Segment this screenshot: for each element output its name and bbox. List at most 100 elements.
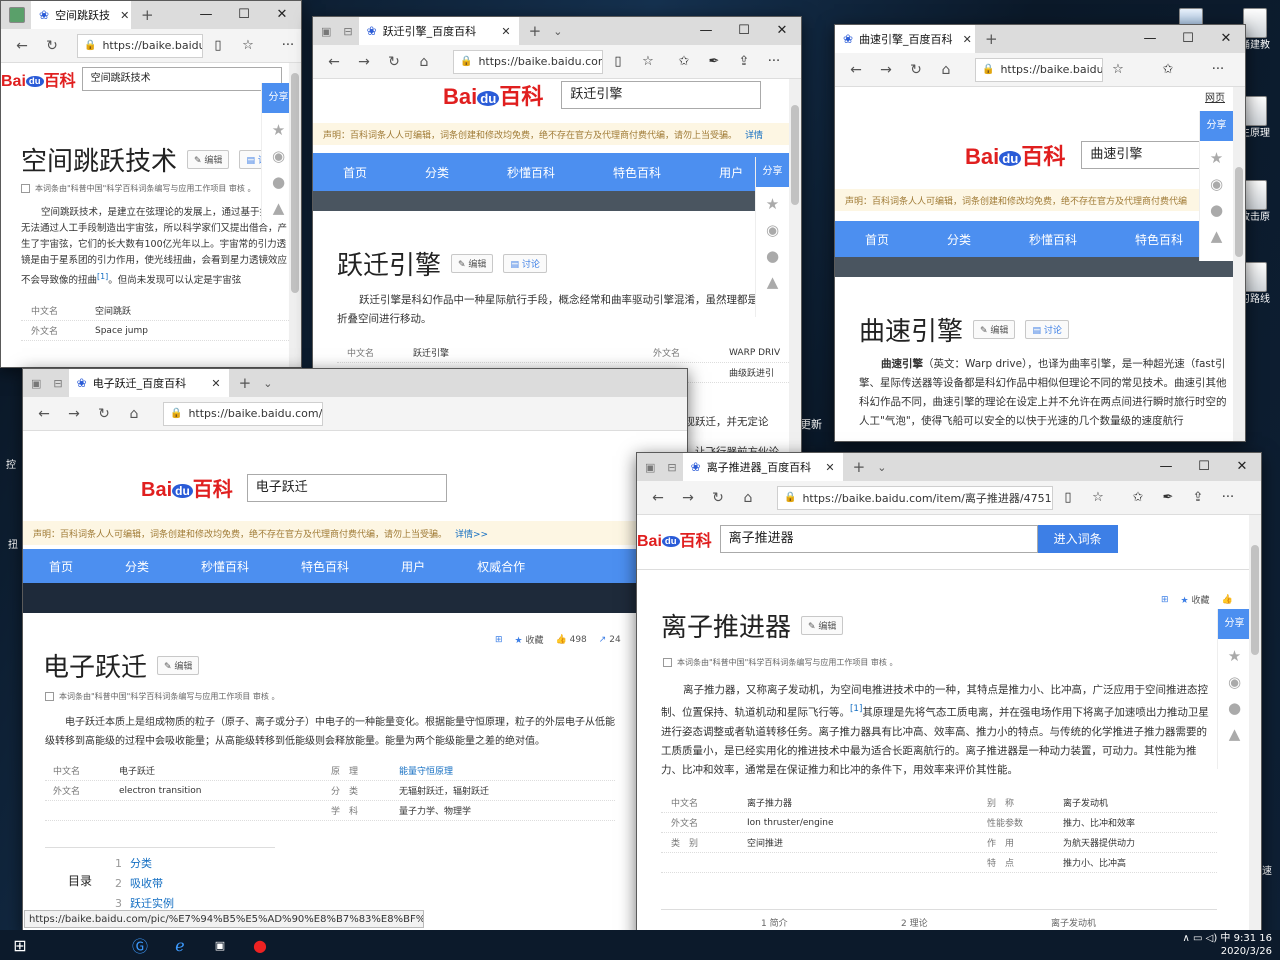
new-tab-icon[interactable]: + bbox=[141, 6, 154, 24]
browser-window-ion-thruster[interactable]: ▣ ⊟ ❀ 离子推进器_百度百科 ✕ + ⌄ — ☐ ✕ ← → ↻ ⌂ 🔒 https:… bbox=[636, 452, 1262, 942]
nav-category[interactable]: 分类 bbox=[425, 164, 449, 181]
tab-list-icon[interactable]: ⌄ bbox=[553, 25, 562, 38]
refresh-icon[interactable]: ↻ bbox=[379, 54, 409, 70]
like-button[interactable]: 👍 498 bbox=[556, 635, 587, 645]
star-icon[interactable]: ★ bbox=[766, 195, 779, 213]
scrollbar[interactable] bbox=[789, 79, 801, 491]
browser-window-warp-drive[interactable]: ❀ 曲速引擎_百度百科 ✕ + — ☐ ✕ ← → ↻ ⌂ 🔒 https://baike… bbox=[834, 24, 1246, 442]
tab-list-icon[interactable]: ⌄ bbox=[263, 377, 272, 390]
url-field[interactable]: 🔒https://baike.baidu.cc bbox=[77, 33, 203, 58]
minimize-icon[interactable]: — bbox=[1147, 453, 1185, 481]
notice-link[interactable]: 详情>> bbox=[455, 527, 488, 540]
scrollbar[interactable] bbox=[1249, 515, 1261, 941]
nav-miaodong[interactable]: 秒懂百科 bbox=[201, 558, 249, 575]
minimize-icon[interactable]: — bbox=[1131, 25, 1169, 53]
edit-button[interactable]: ✎ 编辑 bbox=[801, 616, 844, 635]
nav-user[interactable]: 用户 bbox=[401, 558, 425, 575]
share-button[interactable]: 分享 bbox=[755, 157, 790, 187]
refresh-icon[interactable]: ↻ bbox=[901, 62, 931, 78]
close-tab-icon[interactable]: ✕ bbox=[491, 25, 510, 38]
close-window-icon[interactable]: ✕ bbox=[763, 17, 801, 45]
new-tab-icon[interactable]: + bbox=[239, 374, 252, 392]
minimize-icon[interactable]: — bbox=[187, 1, 225, 29]
tab-list-icon[interactable]: ⌄ bbox=[877, 461, 886, 474]
new-tab-icon[interactable]: + bbox=[853, 458, 866, 476]
browser-window-space-jump[interactable]: ❀空间跳跃技✕ + —☐✕ ← ↻ 🔒https://baike.baidu.c… bbox=[0, 0, 302, 368]
search-input[interactable]: 离子推进器 bbox=[719, 525, 1038, 553]
citation-link[interactable]: [1] bbox=[97, 272, 108, 281]
close-tab-icon[interactable]: ✕ bbox=[201, 377, 220, 390]
maximize-icon[interactable]: ☐ bbox=[1185, 453, 1223, 481]
home-icon[interactable]: ⌂ bbox=[119, 406, 149, 422]
url-field[interactable]: 🔒https://baike.baidu.com/it bbox=[163, 401, 323, 426]
refresh-icon[interactable]: ↻ bbox=[703, 490, 733, 506]
more-icon[interactable]: ··· bbox=[1203, 62, 1233, 77]
scrollbar-thumb[interactable] bbox=[291, 73, 299, 293]
app-g-icon[interactable]: Ⓖ bbox=[120, 933, 160, 957]
back-icon[interactable]: ← bbox=[841, 62, 871, 78]
star-icon[interactable]: ★ bbox=[1210, 149, 1223, 167]
web-link[interactable]: 网页 bbox=[1205, 89, 1225, 104]
edit-button[interactable]: ✎ 编辑 bbox=[187, 150, 230, 169]
browser-tab[interactable]: ❀ 电子跃迁_百度百科 ✕ bbox=[68, 369, 229, 397]
set-aside-icon[interactable]: ⊟ bbox=[53, 377, 62, 390]
favorites-icon[interactable]: ✩ bbox=[1153, 62, 1183, 77]
clock-time[interactable]: 9:31 bbox=[1234, 933, 1256, 944]
maximize-icon[interactable]: ☐ bbox=[725, 17, 763, 45]
scrollbar-thumb[interactable] bbox=[1235, 167, 1243, 257]
tab-actions-icon[interactable]: ▣ bbox=[321, 25, 331, 38]
wechat-icon[interactable]: ● bbox=[272, 173, 285, 191]
maximize-icon[interactable]: ☐ bbox=[1169, 25, 1207, 53]
minimize-icon[interactable]: — bbox=[687, 17, 725, 45]
app-red-icon[interactable]: ● bbox=[240, 936, 280, 955]
star-icon[interactable]: ★ bbox=[1228, 647, 1241, 665]
discuss-button[interactable]: ▤ 讨论 bbox=[1025, 320, 1069, 339]
volume-icon[interactable]: ◁) bbox=[1206, 933, 1218, 944]
forward-icon[interactable]: → bbox=[349, 54, 379, 70]
weibo-icon[interactable]: ◉ bbox=[1210, 175, 1223, 193]
more-icon[interactable]: ··· bbox=[1213, 490, 1243, 505]
url-field[interactable]: 🔒https://baike.baidu.com/it bbox=[453, 49, 603, 74]
nav-featured[interactable]: 特色百科 bbox=[613, 164, 661, 181]
edit-button[interactable]: ✎ 编辑 bbox=[973, 320, 1016, 339]
browser-tab[interactable]: ❀ 曲速引擎_百度百科 ✕ bbox=[835, 25, 975, 53]
baidu-baike-logo[interactable]: Bai du 百科 bbox=[637, 527, 712, 551]
back-icon[interactable]: ← bbox=[7, 38, 37, 54]
reading-view-icon[interactable]: ▯ bbox=[1053, 490, 1083, 505]
home-icon[interactable]: ⌂ bbox=[931, 62, 961, 78]
enter-entry-button[interactable]: 进入词条 bbox=[1037, 525, 1118, 553]
qq-icon[interactable]: ▲ bbox=[1229, 725, 1241, 743]
browser-tab[interactable]: ❀ 离子推进器_百度百科 ✕ bbox=[682, 453, 843, 481]
close-tab-icon[interactable]: ✕ bbox=[815, 461, 834, 474]
home-icon[interactable]: ⌂ bbox=[733, 490, 763, 506]
language-indicator[interactable]: 中 bbox=[1220, 933, 1230, 944]
edge-icon[interactable]: ℯ bbox=[160, 936, 200, 955]
nav-home[interactable]: 首页 bbox=[343, 164, 367, 181]
reading-view-icon[interactable]: ▯ bbox=[603, 54, 633, 69]
baidu-baike-logo[interactable]: Bai du 百科 bbox=[1, 67, 76, 91]
url-field[interactable]: 🔒 https://baike.baidu.com/item/离子推进器/4751… bbox=[777, 485, 1053, 510]
browser-tab[interactable]: ❀ 跃迁引擎_百度百科 ✕ bbox=[358, 17, 519, 45]
pen-icon[interactable]: ✒ bbox=[1153, 490, 1183, 505]
favorites-icon[interactable]: ✩ bbox=[669, 54, 699, 69]
share-count-button[interactable]: ↗ 24 bbox=[599, 635, 621, 645]
weibo-icon[interactable]: ◉ bbox=[272, 147, 285, 165]
toc-item[interactable]: 2 吸收带 bbox=[115, 874, 174, 894]
baidu-baike-logo[interactable]: Bai du 百科 bbox=[965, 139, 1065, 171]
toc-item[interactable]: 1 分类 bbox=[115, 854, 174, 874]
favorite-button[interactable]: ★ 收藏 bbox=[1181, 593, 1210, 606]
more-icon[interactable]: ··· bbox=[759, 54, 789, 69]
notice-link[interactable]: 详情 bbox=[745, 128, 763, 141]
forward-icon[interactable]: → bbox=[871, 62, 901, 78]
baidu-baike-logo[interactable]: Bai du 百科 bbox=[141, 473, 233, 502]
share-button[interactable]: 分享 bbox=[1217, 609, 1252, 639]
close-window-icon[interactable]: ✕ bbox=[263, 1, 301, 29]
search-input[interactable]: 曲速引擎 bbox=[1081, 141, 1202, 169]
favorites-icon[interactable]: ✩ bbox=[1123, 490, 1153, 505]
browser-window-electron-transition[interactable]: ▣ ⊟ ❀ 电子跃迁_百度百科 ✕ + ⌄ ← → ↻ ⌂ 🔒 https://bai… bbox=[22, 368, 688, 934]
nav-featured[interactable]: 特色百科 bbox=[301, 558, 349, 575]
nav-miaodong[interactable]: 秒懂百科 bbox=[1029, 231, 1077, 248]
refresh-icon[interactable]: ↻ bbox=[37, 38, 67, 54]
app-box-icon[interactable]: ▣ bbox=[200, 939, 240, 952]
toc-item[interactable]: 离子发动机 bbox=[981, 916, 1096, 929]
